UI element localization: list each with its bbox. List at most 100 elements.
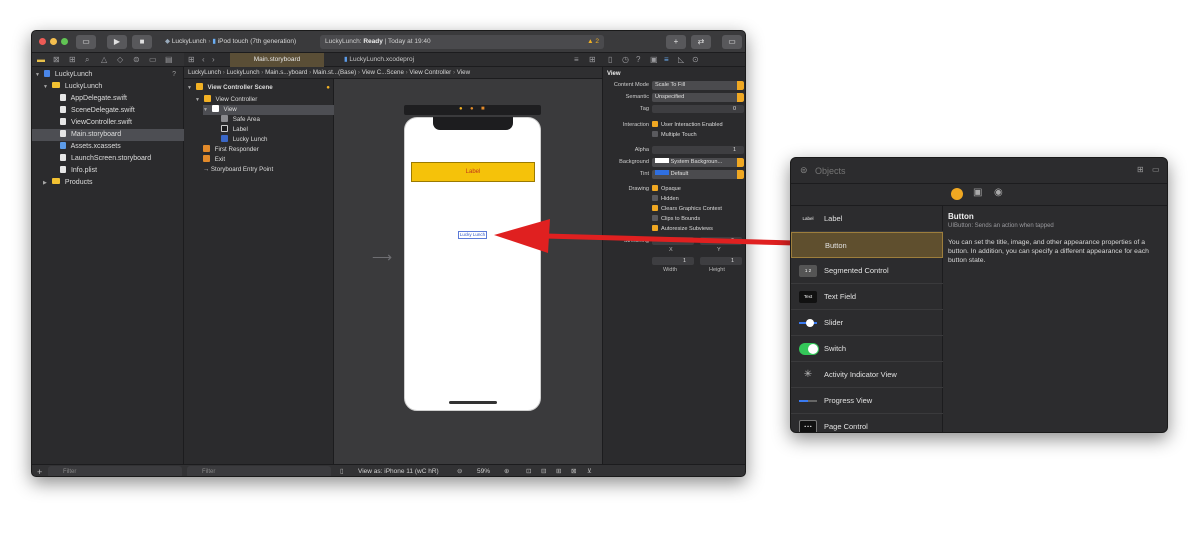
user-interaction-checkbox[interactable]: User Interaction Enabled: [652, 121, 723, 128]
run-button[interactable]: ▶: [107, 35, 127, 49]
outline-row-label-item[interactable]: Label: [221, 125, 248, 135]
history-inspector-icon[interactable]: ◷: [622, 55, 629, 65]
zoom-in-icon[interactable]: ⊕: [504, 465, 509, 476]
tint-popup[interactable]: Default: [652, 170, 744, 179]
content-mode-popup[interactable]: Scale To Fill: [652, 81, 744, 90]
tab-xcodeproj[interactable]: ▮ LuckyLunch.xcodeproj: [324, 53, 434, 67]
outline-toggle-icon[interactable]: ▯: [340, 465, 344, 476]
grid-view-icon[interactable]: ⊞: [1137, 165, 1144, 174]
embed-in-icon[interactable]: ⊻: [587, 465, 592, 476]
media-tab-icon[interactable]: ▣: [973, 187, 982, 198]
library-item-segmented-control[interactable]: 1 2 Segmented Control: [791, 258, 943, 284]
jump-item[interactable]: LuckyLunch: [227, 69, 260, 76]
outline-row-entry-point[interactable]: → Storyboard Entry Point: [203, 165, 273, 175]
library-plus-button[interactable]: +: [666, 35, 686, 49]
add-editor-icon[interactable]: ⊞: [589, 55, 596, 65]
tag-field[interactable]: 0: [652, 105, 744, 113]
debug-icon[interactable]: ⊜: [133, 55, 140, 65]
nav-item-file[interactable]: AppDelegate.swift: [32, 93, 184, 105]
symbol-icon[interactable]: ⊞: [69, 55, 76, 65]
outline-row-first-responder[interactable]: First Responder: [203, 145, 259, 155]
resolve-issues-icon[interactable]: ⊠: [571, 465, 576, 476]
help-inspector-icon[interactable]: ?: [636, 55, 640, 65]
library-item-slider[interactable]: Slider: [791, 310, 943, 336]
outline-row-safe-area[interactable]: Safe Area: [221, 115, 260, 125]
report-icon[interactable]: ▤: [165, 55, 173, 65]
jump-item[interactable]: Main.st...(Base): [313, 69, 356, 76]
canvas-label[interactable]: Label: [411, 162, 535, 182]
nav-item-file-selected[interactable]: Main.storyboard: [32, 129, 184, 141]
opaque-checkbox[interactable]: Opaque: [652, 185, 681, 192]
test-icon[interactable]: ◇: [117, 55, 123, 65]
hidden-checkbox[interactable]: Hidden: [652, 195, 679, 202]
size-inspector-icon[interactable]: ◺: [678, 55, 684, 65]
alpha-field[interactable]: 1: [652, 146, 744, 154]
library-item-page-control[interactable]: • • • Page Control: [791, 414, 943, 432]
navigator-filter[interactable]: Filter: [48, 466, 182, 476]
library-item-switch[interactable]: Switch: [791, 336, 943, 362]
storyboard-canvas[interactable]: ● ● ■ ⟶ Label Lucky Lunch: [334, 79, 602, 464]
outline-row-scene[interactable]: ▼ View Controller Scene ●: [187, 83, 332, 93]
library-item-text-field[interactable]: Text Text Field: [791, 284, 943, 310]
issue-icon[interactable]: △: [101, 55, 107, 65]
scheme-selector[interactable]: ◆ LuckyLunch › ▮ iPod touch (7th generat…: [165, 35, 296, 49]
update-frames-icon[interactable]: ⊡: [526, 465, 531, 476]
library-item-label[interactable]: Label Label: [791, 206, 943, 232]
inspector-toggle-icon[interactable]: ▭: [722, 35, 742, 49]
canvas-button[interactable]: Lucky Lunch: [458, 231, 487, 239]
nav-item-file[interactable]: SceneDelegate.swift: [32, 105, 184, 117]
zoom-out-icon[interactable]: ⊖: [457, 465, 462, 476]
add-file-icon[interactable]: +: [37, 465, 42, 476]
outline-row-view[interactable]: ▼ View: [203, 105, 334, 115]
nav-item-file[interactable]: LaunchScreen.storyboard: [32, 153, 184, 165]
library-item-activity-indicator[interactable]: ✳ Activity Indicator View: [791, 362, 943, 388]
exit-dock-icon[interactable]: ■: [481, 106, 485, 112]
window-icon[interactable]: ▭: [1152, 165, 1160, 174]
scene-dock[interactable]: ● ● ■: [404, 105, 541, 115]
nav-item-project[interactable]: ▼ LuckyLunch ?: [32, 69, 184, 81]
nav-item-file[interactable]: Assets.xcassets: [32, 141, 184, 153]
minimize-window-button[interactable]: [50, 38, 57, 45]
find-icon[interactable]: ⌕: [85, 55, 89, 65]
forward-icon[interactable]: ›: [212, 55, 215, 65]
jump-item[interactable]: View Controller: [409, 69, 451, 76]
nav-item-file[interactable]: ViewController.swift: [32, 117, 184, 129]
library-search-input[interactable]: [815, 164, 1095, 178]
related-items-icon[interactable]: ⊞: [188, 55, 195, 65]
editor-options-icon[interactable]: ≡: [574, 55, 579, 65]
iphone-view[interactable]: Label Lucky Lunch: [404, 117, 541, 411]
nav-item-file[interactable]: Info.plist: [32, 165, 184, 177]
library-item-progress-view[interactable]: Progress View: [791, 388, 943, 414]
close-window-button[interactable]: [39, 38, 46, 45]
outline-row-exit[interactable]: Exit: [203, 155, 225, 165]
stop-button[interactable]: ■: [132, 35, 152, 49]
jump-item[interactable]: Main.s...yboard: [265, 69, 307, 76]
background-popup[interactable]: System Backgroun...: [652, 158, 744, 167]
outline-row-button[interactable]: Lucky Lunch: [221, 135, 267, 145]
jump-item[interactable]: View C...Scene: [362, 69, 404, 76]
first-responder-dock-icon[interactable]: ●: [470, 106, 474, 112]
folder-icon[interactable]: ▬: [37, 55, 45, 65]
identity-inspector-icon[interactable]: ▣: [650, 55, 658, 65]
nav-item-group[interactable]: ▼ LuckyLunch: [32, 81, 184, 93]
navigator-toggle-icon[interactable]: ▭: [76, 35, 96, 49]
tab-main-storyboard[interactable]: Main.storyboard: [230, 53, 324, 67]
back-icon[interactable]: ‹: [202, 55, 205, 65]
jump-item[interactable]: View: [457, 69, 470, 76]
connections-inspector-icon[interactable]: ⊙: [692, 55, 699, 65]
colors-tab-icon[interactable]: ◉: [994, 187, 1003, 198]
semantic-popup[interactable]: Unspecified: [652, 93, 744, 102]
outline-row-view-controller[interactable]: ▼ View Controller: [195, 95, 332, 105]
nav-item-group[interactable]: ▶ Products: [32, 177, 184, 189]
multiple-touch-checkbox[interactable]: Multiple Touch: [652, 131, 697, 138]
file-inspector-icon[interactable]: ▯: [608, 55, 612, 65]
library-item-button[interactable]: Button: [791, 232, 943, 258]
entry-point-arrow-icon[interactable]: ⟶: [372, 249, 392, 266]
objects-tab-icon[interactable]: [951, 188, 963, 200]
add-constraints-icon[interactable]: ⊞: [556, 465, 561, 476]
view-controller-dock-icon[interactable]: ●: [459, 106, 463, 112]
align-icon[interactable]: ⊟: [541, 465, 546, 476]
code-review-icon[interactable]: ⇄: [691, 35, 711, 49]
outline-filter[interactable]: Filter: [187, 466, 331, 476]
view-as-button[interactable]: View as: iPhone 11 (wC hR): [358, 465, 439, 476]
